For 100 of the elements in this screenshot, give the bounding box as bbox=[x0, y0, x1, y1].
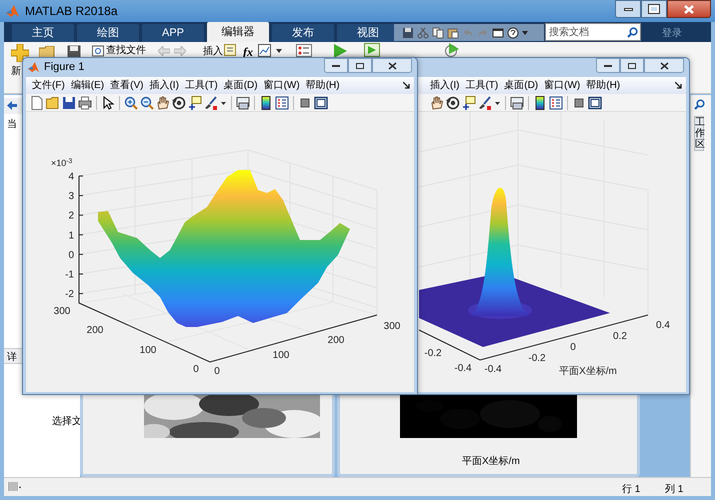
menu-item[interactable]: 桌面(D) bbox=[224, 78, 258, 93]
tick-label: -1 bbox=[65, 270, 74, 280]
find-files-button[interactable]: 查找文件 bbox=[92, 43, 146, 58]
paste-icon[interactable] bbox=[447, 26, 459, 38]
tick-label: 200 bbox=[86, 325, 104, 336]
link-plot-icon[interactable] bbox=[236, 96, 250, 110]
search-icon[interactable] bbox=[627, 27, 638, 38]
close-icon bbox=[660, 62, 668, 70]
menu-item[interactable]: 查看(V) bbox=[110, 78, 144, 93]
switch-windows-icon[interactable] bbox=[492, 26, 504, 38]
tick-label: 4 bbox=[68, 172, 74, 182]
rotate-icon[interactable] bbox=[172, 96, 186, 110]
save-icon[interactable] bbox=[67, 45, 81, 58]
tick-label: 100 bbox=[140, 345, 156, 356]
grip-icon[interactable] bbox=[8, 482, 22, 491]
close-button[interactable] bbox=[667, 0, 711, 18]
back-arrow-icon[interactable] bbox=[7, 101, 17, 110]
menu-item[interactable]: 工具(T) bbox=[184, 78, 218, 93]
menu-item[interactable]: 帮助(H) bbox=[306, 78, 340, 93]
close-button[interactable] bbox=[644, 58, 684, 73]
zoom-out-icon[interactable] bbox=[140, 96, 154, 110]
brush-icon[interactable] bbox=[478, 96, 492, 110]
menu-item[interactable]: 插入(I) bbox=[149, 78, 179, 93]
axis-label: 平面X坐标/m bbox=[559, 366, 617, 377]
search-field[interactable]: 搜索文档 bbox=[545, 23, 641, 41]
hide-tools-icon[interactable] bbox=[572, 96, 586, 110]
colorbar-icon[interactable] bbox=[533, 96, 547, 110]
colorbar-icon[interactable] bbox=[259, 96, 273, 110]
menu-item[interactable]: 帮助(H) bbox=[586, 78, 620, 93]
ribbon-tab[interactable]: 绘图 bbox=[77, 24, 139, 42]
zoom-in-icon[interactable] bbox=[124, 96, 138, 110]
details-header[interactable]: 详 bbox=[7, 350, 17, 365]
menu-item[interactable]: 窗口(W) bbox=[264, 78, 300, 93]
tick-label: 0 bbox=[214, 366, 220, 377]
run-section-icon[interactable] bbox=[364, 43, 380, 57]
menu-item[interactable]: 文件(F) bbox=[32, 78, 65, 93]
maximize-button[interactable] bbox=[620, 58, 644, 73]
tick-label: -0.2 bbox=[424, 348, 442, 359]
tick-label: -0.2 bbox=[528, 353, 546, 364]
workspace-tab[interactable]: 工作区 bbox=[694, 116, 704, 151]
data-cursor-icon[interactable] bbox=[188, 96, 202, 110]
tick-label: 300 bbox=[384, 321, 400, 332]
rotate-icon[interactable] bbox=[446, 96, 460, 110]
legend-icon[interactable] bbox=[275, 96, 289, 110]
menu-item[interactable]: 编辑(E) bbox=[70, 78, 104, 93]
show-tools-icon[interactable] bbox=[314, 96, 328, 110]
indent-icon[interactable] bbox=[296, 44, 312, 57]
hand-icon[interactable] bbox=[430, 96, 444, 110]
dock-arrow-icon[interactable] bbox=[403, 82, 410, 89]
copy-icon[interactable] bbox=[432, 26, 444, 38]
menu-item[interactable]: 窗口(W) bbox=[544, 78, 580, 93]
caret-icon[interactable] bbox=[276, 49, 282, 53]
caret-icon[interactable] bbox=[522, 30, 528, 34]
tick-label: 3 bbox=[68, 191, 74, 202]
minimize-button[interactable] bbox=[596, 58, 620, 73]
ribbon-tab[interactable]: 主页 bbox=[12, 24, 74, 42]
minimize-button[interactable] bbox=[615, 0, 641, 18]
chart-icon[interactable] bbox=[258, 44, 271, 57]
minimize-button[interactable] bbox=[324, 58, 348, 73]
insert-label[interactable]: 插入 bbox=[203, 44, 223, 59]
help-icon[interactable] bbox=[507, 26, 519, 38]
legend-icon[interactable] bbox=[549, 96, 563, 110]
find-files-icon bbox=[92, 44, 104, 56]
ribbon-tab[interactable]: 编辑器 bbox=[207, 22, 269, 42]
ribbon-tab[interactable]: APP bbox=[142, 24, 204, 42]
matlab-logo-icon bbox=[6, 4, 19, 18]
menu-item[interactable]: 插入(I) bbox=[430, 78, 460, 93]
ribbon-tab[interactable]: 发布 bbox=[272, 24, 334, 42]
close-icon bbox=[388, 62, 396, 70]
comment-icon[interactable] bbox=[224, 44, 237, 57]
save-icon[interactable] bbox=[402, 26, 414, 38]
login-link[interactable]: 登录 bbox=[662, 26, 682, 41]
hide-tools-icon[interactable] bbox=[298, 96, 312, 110]
maximize-button[interactable] bbox=[348, 58, 372, 73]
tick-label: 0 bbox=[570, 342, 576, 353]
tick-label: 100 bbox=[272, 350, 290, 361]
new-label: 新 bbox=[11, 64, 21, 79]
menu-item[interactable]: 工具(T) bbox=[465, 78, 498, 93]
hand-icon[interactable] bbox=[156, 96, 170, 110]
show-tools-icon[interactable] bbox=[588, 96, 602, 110]
tick-label: -2 bbox=[65, 289, 74, 300]
search-icon[interactable] bbox=[694, 99, 705, 110]
printer-icon[interactable] bbox=[78, 96, 92, 110]
save-icon[interactable] bbox=[62, 96, 76, 110]
menu-item[interactable]: 桌面(D) bbox=[504, 78, 538, 93]
brush-icon[interactable] bbox=[204, 96, 218, 110]
timer-run-icon[interactable] bbox=[444, 43, 460, 57]
data-cursor-icon[interactable] bbox=[462, 96, 476, 110]
close-button[interactable] bbox=[372, 58, 412, 73]
link-plot-icon[interactable] bbox=[510, 96, 524, 110]
tick-label: 1 bbox=[68, 230, 74, 242]
plus-icon[interactable] bbox=[11, 44, 29, 62]
row-indicator: 行 1 bbox=[622, 483, 640, 497]
axis-label: 平面X坐标/m bbox=[462, 454, 520, 469]
maximize-button[interactable] bbox=[641, 0, 667, 18]
dock-arrow-icon[interactable] bbox=[675, 82, 682, 89]
axis-exponent: ×10$^{-3}$ bbox=[51, 157, 72, 170]
pointer-icon[interactable] bbox=[101, 96, 115, 110]
ribbon-tab[interactable]: 视图 bbox=[337, 24, 399, 42]
panel-header: 当 bbox=[7, 118, 17, 132]
